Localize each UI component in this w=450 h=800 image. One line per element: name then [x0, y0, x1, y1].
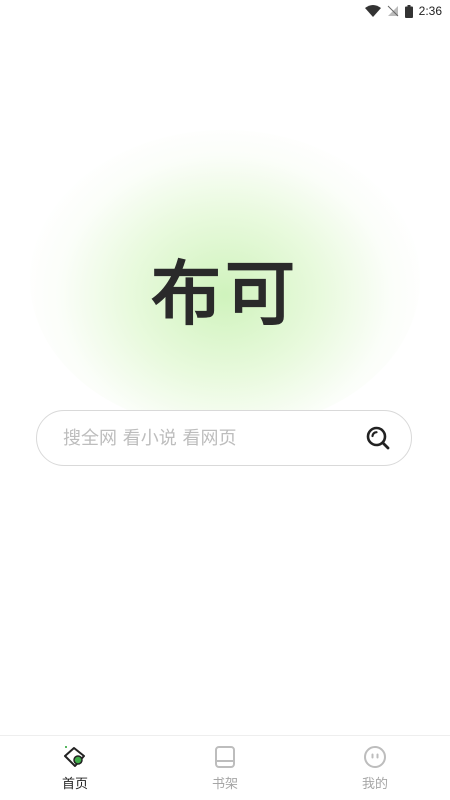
nav-label-home: 首页	[61, 777, 88, 792]
signal-icon	[387, 5, 399, 17]
search-input[interactable]	[61, 426, 363, 450]
nav-item-home[interactable]: 首页	[0, 736, 150, 800]
nav-label-bookshelf: 书架	[211, 777, 238, 792]
bookshelf-icon	[212, 744, 238, 770]
wifi-icon	[364, 5, 381, 17]
search-icon[interactable]	[363, 423, 393, 453]
home-screen: 2:36 布可 首页	[0, 0, 450, 800]
search-bar[interactable]	[36, 410, 412, 466]
status-bar: 2:36	[0, 0, 450, 22]
app-logo: 布可	[151, 253, 299, 335]
nav-label-profile: 我的	[361, 777, 388, 792]
nav-item-profile[interactable]: 我的	[300, 736, 450, 800]
home-icon	[62, 744, 88, 770]
bottom-nav: 首页 书架 我的	[0, 735, 450, 800]
profile-icon	[362, 744, 388, 770]
battery-icon	[404, 4, 413, 18]
nav-item-bookshelf[interactable]: 书架	[150, 736, 300, 800]
status-time: 2:36	[418, 4, 442, 18]
